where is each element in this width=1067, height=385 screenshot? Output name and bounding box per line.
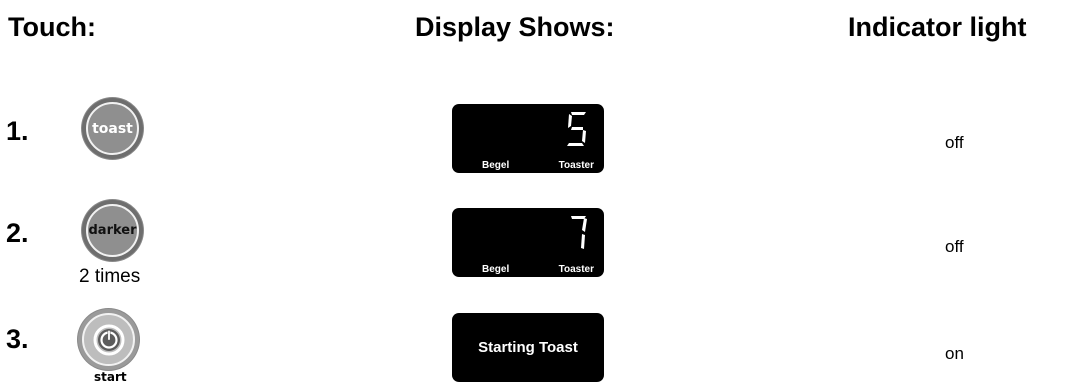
header-indicator-light: Indicator light <box>848 12 1027 42</box>
display-step-3: Starting Toast <box>452 313 604 382</box>
header-touch: Touch: <box>8 12 96 42</box>
seven-segment-digit-7 <box>571 216 587 249</box>
indicator-step-1: off <box>945 133 964 152</box>
display-message: Starting Toast <box>478 339 578 356</box>
display-label-toaster: Toaster <box>558 264 594 275</box>
indicator-step-2: off <box>945 237 964 256</box>
step-3-number: 3. <box>6 324 29 354</box>
toast-button-label: toast <box>86 102 139 155</box>
power-icon <box>93 324 124 355</box>
darker-button-label: darker <box>86 204 139 257</box>
indicator-step-3: on <box>945 344 964 363</box>
display-label-toaster: Toaster <box>558 160 594 171</box>
start-button-face <box>82 313 135 366</box>
display-step-1: Begel Toaster <box>452 104 604 173</box>
seven-segment-digit-5 <box>567 112 586 146</box>
start-button[interactable] <box>78 309 139 370</box>
toast-button[interactable]: toast <box>82 98 143 159</box>
darker-button[interactable]: darker <box>82 200 143 261</box>
step-1-number: 1. <box>6 116 29 146</box>
display-label-begel: Begel <box>482 264 510 275</box>
header-display-shows: Display Shows: <box>415 12 615 42</box>
step-2-number: 2. <box>6 218 29 248</box>
display-label-begel: Begel <box>482 160 510 171</box>
display-step-2: Begel Toaster <box>452 208 604 277</box>
step-2-note: 2 times <box>79 266 141 287</box>
start-button-label: start <box>94 370 127 384</box>
